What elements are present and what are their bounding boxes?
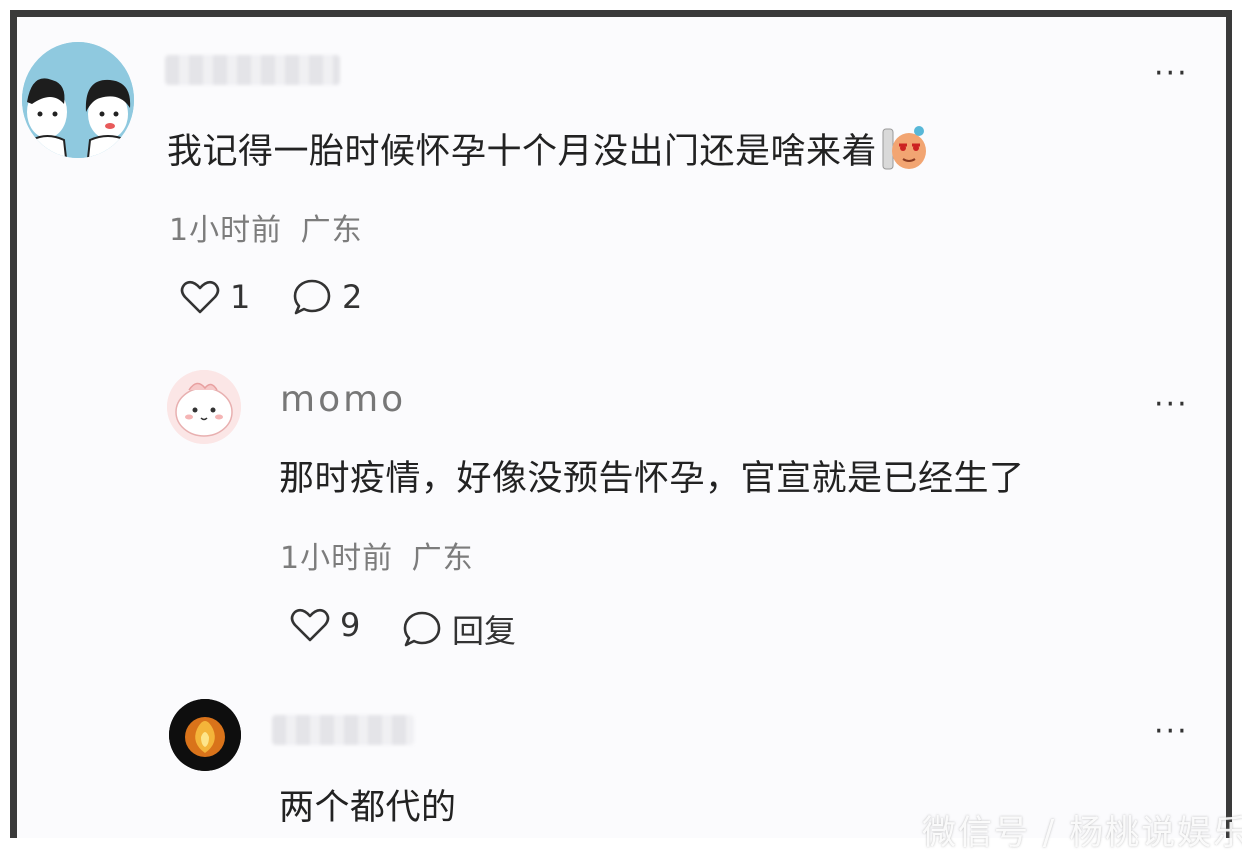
bunny-avatar-icon	[167, 370, 241, 444]
username-blurred[interactable]	[272, 715, 414, 745]
avatar[interactable]	[169, 699, 241, 771]
like-button[interactable]: 1	[180, 278, 250, 316]
more-options-button[interactable]: ···	[1154, 390, 1189, 420]
reply-button[interactable]: 2	[292, 278, 362, 316]
comment-bubble-icon	[403, 611, 441, 647]
like-count: 9	[340, 606, 361, 644]
flame-avatar-icon	[169, 699, 241, 771]
reply-count: 2	[342, 278, 363, 316]
couple-avatar-icon	[22, 42, 134, 158]
comment-panel: ··· 我记得一胎时候怀孕十个月没出门还是啥来着 1小时前 广东 1 2 mom…	[17, 17, 1242, 853]
comment-body: 两个都代的	[279, 788, 457, 828]
reply-label: 回复	[452, 612, 517, 650]
username-blurred[interactable]	[165, 55, 340, 85]
comment-body: 那时疫情，好像没预告怀孕，官宣就是已经生了	[279, 459, 1025, 499]
avatar[interactable]	[22, 42, 134, 158]
username[interactable]: momo	[280, 379, 406, 420]
like-count: 1	[230, 278, 251, 316]
heart-icon	[290, 608, 330, 642]
more-options-button[interactable]: ···	[1154, 59, 1189, 89]
comment-time: 1小时前	[169, 213, 283, 248]
comment-location: 广东	[411, 541, 474, 576]
comment-meta: 1小时前 广东	[169, 205, 363, 249]
like-button[interactable]: 9	[290, 606, 360, 644]
comment-bubble-icon	[293, 279, 331, 315]
more-options-button[interactable]: ···	[1154, 717, 1189, 747]
watermark: 微信号 / 杨桃说娱乐	[922, 813, 1242, 853]
reply-button[interactable]: 回复	[402, 606, 516, 652]
comment-location: 广东	[300, 213, 363, 248]
frame-border-top	[10, 10, 1232, 17]
comment-body: 我记得一胎时候怀孕十个月没出门还是啥来着	[167, 132, 878, 172]
comment-meta: 1小时前 广东	[280, 533, 474, 577]
screenshot-frame: ··· 我记得一胎时候怀孕十个月没出门还是啥来着 1小时前 广东 1 2 mom…	[0, 0, 1242, 853]
avatar[interactable]	[167, 370, 241, 444]
comment-text: 我记得一胎时候怀孕十个月没出门还是啥来着	[167, 123, 929, 174]
frame-border-right	[1226, 10, 1232, 838]
frame-border-left	[10, 10, 17, 838]
heart-icon	[180, 280, 220, 314]
doge-sticker-icon	[882, 126, 927, 170]
comment-time: 1小时前	[280, 541, 394, 576]
